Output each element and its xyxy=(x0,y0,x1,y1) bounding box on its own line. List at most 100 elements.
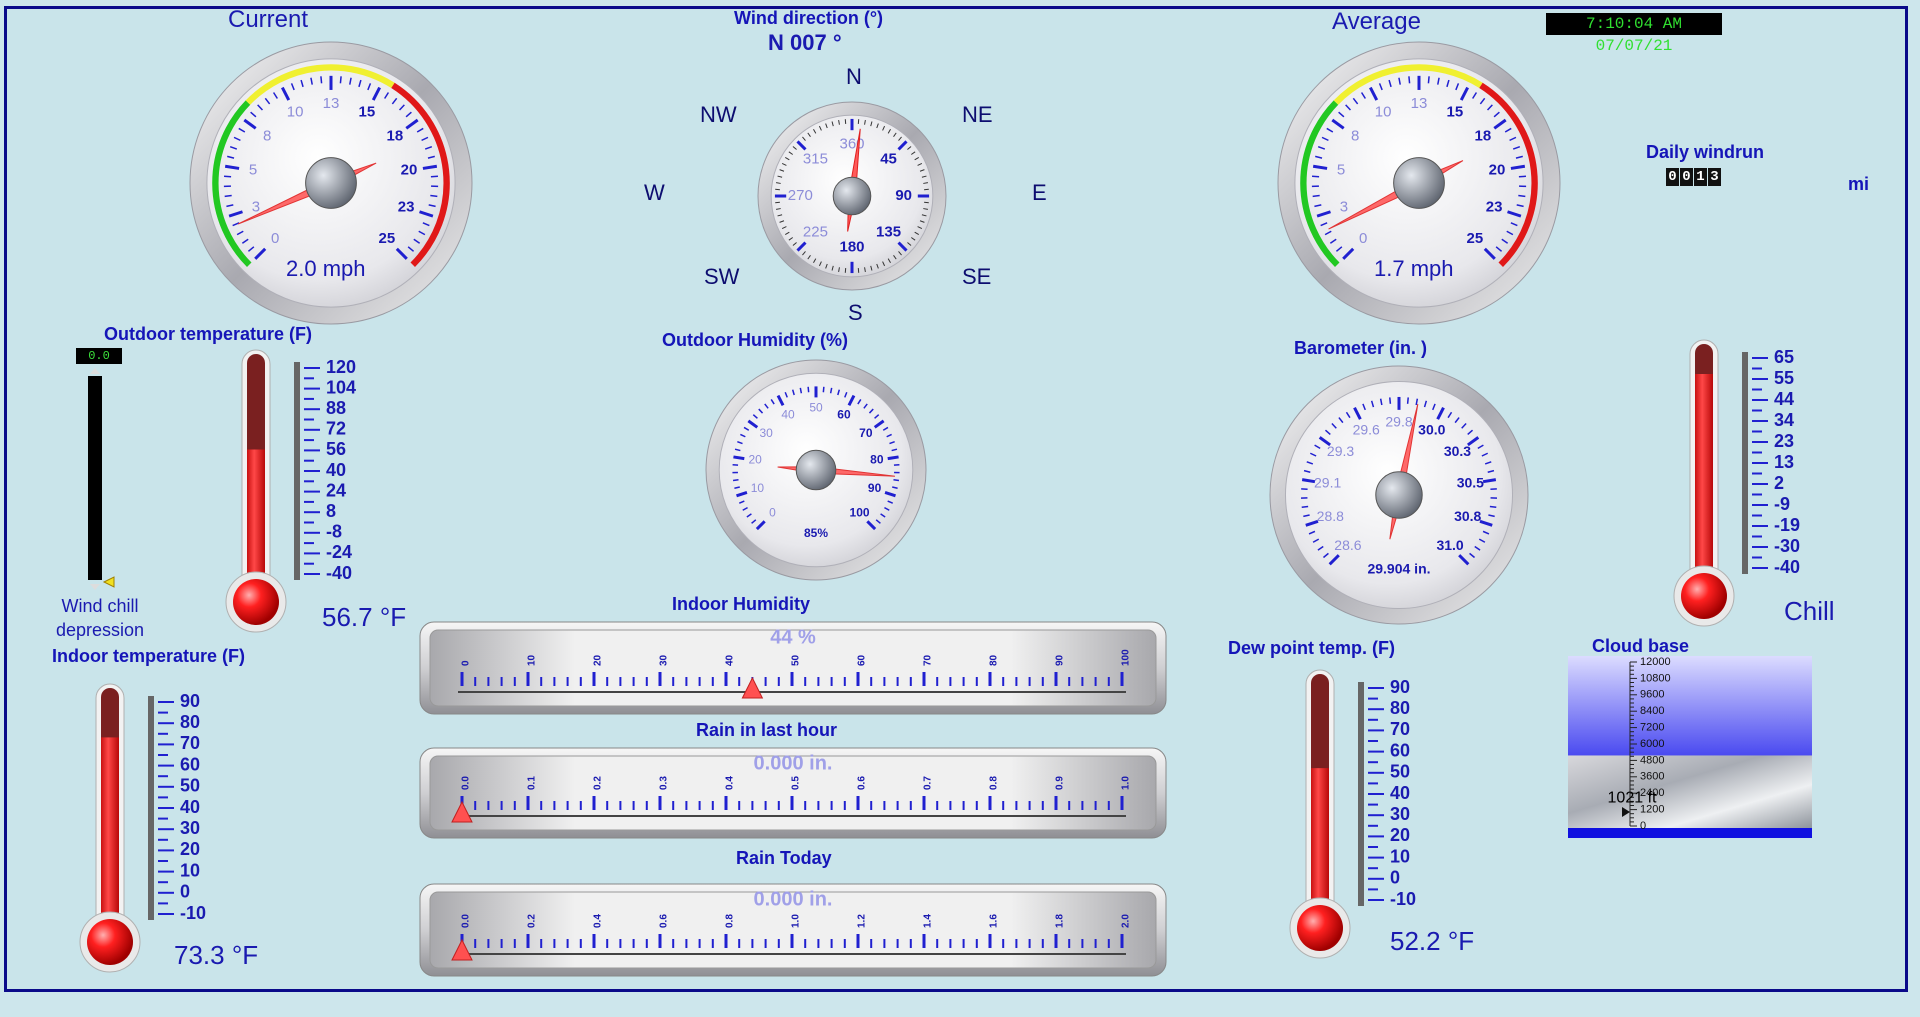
wind-chill-bar-track xyxy=(88,376,102,580)
thermometer-scale-label: 40 xyxy=(1390,783,1410,803)
thermometer-scale-label: -10 xyxy=(180,903,206,923)
gauge-tick-label: 0 xyxy=(769,506,776,520)
cloud-base-sky xyxy=(1568,656,1812,756)
cloud-base-clouds xyxy=(1568,755,1812,828)
gauge-minor-tick xyxy=(1489,505,1497,509)
gauge-tick-label: 31.0 xyxy=(1436,537,1463,553)
bar-gauge-tick-label: 0.0 xyxy=(461,776,472,790)
thermometer-scale-label: 30 xyxy=(180,818,200,838)
cloud-base-scale-label: 3600 xyxy=(1640,771,1664,783)
bar-gauge-tick-label: 30 xyxy=(659,654,670,666)
bar-gauge-tick-label: 50 xyxy=(791,654,802,666)
dial-label: 45 xyxy=(880,150,897,167)
bar-gauge-tick-label: 90 xyxy=(1055,654,1066,666)
bar-gauge-tick-label: 0.2 xyxy=(527,914,538,928)
gauge-tick-label: 30.0 xyxy=(1418,421,1445,437)
cloud-base-readout: 1021 ft xyxy=(1608,789,1657,806)
gauge-minor-tick xyxy=(1301,505,1309,509)
indoor-temp-thermometer: 9080706050403020100-10 xyxy=(79,683,206,973)
thermometer-scale-label: 88 xyxy=(326,398,346,418)
bar-gauge-tick-label: 60 xyxy=(857,654,868,666)
indoor-humidity-title: Indoor Humidity xyxy=(672,594,810,614)
thermometer-bulb xyxy=(1681,573,1727,619)
windrun-digit: 1 xyxy=(1694,168,1707,186)
gauge-tick-label: 8 xyxy=(263,128,271,145)
thermometer-scale-bar xyxy=(1742,352,1748,574)
outdoor-temp-thermometer: 12010488725640248-8-24-40 xyxy=(225,349,356,633)
dial-label: 315 xyxy=(803,150,828,167)
gauge-tick-label: 20 xyxy=(401,162,418,179)
gauge-tick-label: 60 xyxy=(837,407,851,421)
bar-gauge-tick-label: 1.4 xyxy=(923,914,934,928)
gauge-hub xyxy=(795,449,837,491)
bar-gauge-tick-label: 0.6 xyxy=(857,776,868,790)
gauge-tick-label: 3 xyxy=(252,198,260,215)
bar-gauge-tick-label: 20 xyxy=(593,654,604,666)
gauge-minor-tick xyxy=(339,76,342,84)
gauge-tick-label: 30.5 xyxy=(1457,474,1484,490)
barometer-title: Barometer (in. ) xyxy=(1294,338,1428,358)
rain-today-bar: 0.000 in. 0.0 0.2 0.4 0.6 0.8 1.0 1.2 1.4 1.6 1.8 2… xyxy=(419,883,1167,977)
gauge-tick-label: 0 xyxy=(1359,230,1367,247)
outdoor-temp-readout: 56.7 °F xyxy=(322,602,407,632)
gauge-tick-label: 40 xyxy=(781,407,795,421)
bar-gauge-readout: 0.000 in. xyxy=(754,752,833,774)
bar-gauge-tick-label: 0.3 xyxy=(659,776,670,790)
cloud-base-scale-label: 6000 xyxy=(1640,738,1664,750)
wind-chill-bar-bottom-arrow xyxy=(90,584,100,590)
thermometer-scale-label: 40 xyxy=(326,460,346,480)
thermometer-scale-label: 30 xyxy=(1390,804,1410,824)
gauge-tick-label: 23 xyxy=(398,198,415,215)
wind-average-title: Average xyxy=(1332,8,1421,35)
gauge-hub xyxy=(305,157,357,209)
gauge-minor-tick xyxy=(224,194,232,198)
gauge-tick-label: 10 xyxy=(287,104,304,121)
wind-current-readout: 2.0 mph xyxy=(286,256,366,281)
thermometer-scale-label: 13 xyxy=(1774,452,1794,472)
wind-current-title: Current xyxy=(228,6,309,33)
thermometer-scale-label: -40 xyxy=(1774,557,1800,577)
wind-speed-current-gauge: 03 58 10 13 15 18 20 2325 xyxy=(189,41,473,325)
cloud-base-scale-label: 0 xyxy=(1640,820,1646,832)
cloud-base-ground xyxy=(1568,828,1812,838)
cloud-base-scale-label: 10800 xyxy=(1640,672,1671,684)
wind-direction-dial: 45 90 135 180 225 270 315 360 xyxy=(757,101,947,291)
wind-chill-bar-top-arrow xyxy=(90,368,100,374)
bar-gauge-tick-label: 0.8 xyxy=(989,776,1000,790)
gauge-tick-label: 30 xyxy=(759,426,773,440)
gauge-minor-tick xyxy=(822,386,825,393)
gauge-tick-label: 10 xyxy=(1375,104,1392,121)
gauge-minor-tick xyxy=(1312,194,1320,198)
thermometer-scale-label: 60 xyxy=(1390,740,1410,760)
wind-chill-depression-label: Wind chill depression xyxy=(55,596,145,640)
windrun-digit: 0 xyxy=(1680,168,1693,186)
thermometer-scale-label: 44 xyxy=(1774,389,1794,409)
gauge-tick-label: 29.3 xyxy=(1327,443,1354,459)
gauge-tick-label: 30.8 xyxy=(1454,508,1481,524)
compass-se: SE xyxy=(962,264,992,289)
gauge-tick-label: 28.6 xyxy=(1334,537,1361,553)
thermometer-scale-bar xyxy=(294,362,300,580)
windrun-counter: 0 0 1 3 xyxy=(1666,168,1721,186)
gauge-tick-label: 5 xyxy=(1337,162,1345,179)
thermometer-bulb xyxy=(87,919,133,965)
indoor-temp-title: Indoor temperature (F) xyxy=(52,646,246,666)
gauge-tick-label: 100 xyxy=(850,506,870,520)
wind-chill-depression-bar xyxy=(88,368,115,590)
bar-gauge-tick-label: 1.0 xyxy=(791,914,802,928)
gauge-minor-tick xyxy=(1427,76,1430,84)
bar-gauge-tick-label: 1.6 xyxy=(989,914,1000,928)
dial-label: 360 xyxy=(839,135,864,152)
gauge-major-tick xyxy=(887,455,899,461)
wind-speed-average-gauge: 03 58 10 13 15 18 20 2325 xyxy=(1277,41,1561,325)
gauge-tick-label: 15 xyxy=(359,104,376,121)
thermometer-scale-label: 60 xyxy=(180,754,200,774)
gauge-hub xyxy=(1393,157,1445,209)
gauge-minor-tick xyxy=(799,387,803,394)
gauge-tick-label: 28.8 xyxy=(1317,508,1344,524)
gauge-tick-label: 23 xyxy=(1486,198,1503,215)
bar-gauge-tick-label: 0.6 xyxy=(659,914,670,928)
wind-chill-depression-readout: 0.0 xyxy=(76,348,122,364)
wind-average-readout: 1.7 mph xyxy=(1374,256,1454,281)
bar-gauge-tick-label: 10 xyxy=(527,654,538,666)
